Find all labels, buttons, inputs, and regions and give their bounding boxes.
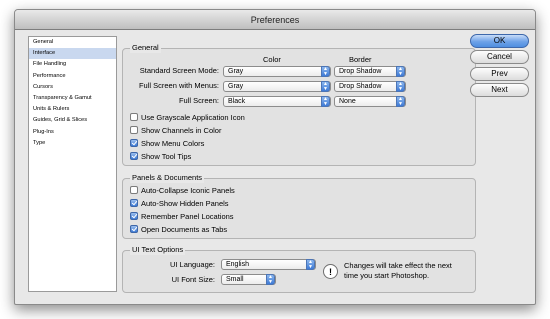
sidebar-item-type[interactable]: Type [29,138,116,149]
ok-button[interactable]: OK [470,34,529,48]
sidebar-item-guides-grid-slices[interactable]: Guides, Grid & Slices [29,115,116,126]
auto-collapse-panels-label: Auto-Collapse Iconic Panels [141,186,235,195]
up-down-arrows-icon: ▲ ▼ [266,274,275,285]
full-screen-border-select[interactable]: None ▲ ▼ [334,96,406,107]
ui-text-options-group: UI Text Options UI Language: English ▲ ▼ … [122,245,476,293]
standard-screen-mode-label: Standard Screen Mode: [139,66,219,75]
full-screen-border-value: None [339,98,356,105]
full-screen-menus-color-select[interactable]: Gray ▲ ▼ [223,81,331,92]
full-screen-menus-border-select[interactable]: Drop Shadow ▲ ▼ [334,81,406,92]
show-tool-tips-checkbox[interactable]: Show Tool Tips [130,152,191,162]
show-menu-colors-label: Show Menu Colors [141,139,205,148]
full-screen-menus-border-value: Drop Shadow [339,83,382,90]
standard-screen-color-select[interactable]: Gray ▲ ▼ [223,66,331,77]
general-group-title: General [130,43,161,53]
sidebar-item-performance[interactable]: Performance [29,71,116,82]
checkbox-icon[interactable] [130,113,138,121]
next-button[interactable]: Next [470,83,529,97]
ui-language-value: English [226,261,249,268]
ui-language-select[interactable]: English ▲ ▼ [221,259,316,270]
show-menu-colors-checkbox[interactable]: Show Menu Colors [130,139,204,149]
window-title: Preferences [15,10,535,30]
show-channels-color-label: Show Channels in Color [141,126,222,135]
standard-screen-border-value: Drop Shadow [339,68,382,75]
ui-font-size-label: UI Font Size: [171,275,215,284]
remember-panel-locations-label: Remember Panel Locations [141,212,234,221]
show-channels-color-checkbox[interactable]: Show Channels in Color [130,126,221,136]
sidebar-item-cursors[interactable]: Cursors [29,82,116,93]
up-down-arrows-icon: ▲ ▼ [306,259,315,270]
panels-documents-group: Panels & Documents Auto-Collapse Iconic … [122,173,476,239]
up-down-arrows-icon: ▲ ▼ [396,81,405,92]
open-documents-tabs-checkbox[interactable]: Open Documents as Tabs [130,225,227,235]
sidebar-item-units-rulers[interactable]: Units & Rulers [29,104,116,115]
ui-language-label: UI Language: [169,260,215,269]
exclamation-icon: ! [323,264,338,279]
sidebar-item-interface[interactable]: Interface [29,48,116,60]
full-screen-color-value: Black [228,98,246,105]
full-screen-color-select[interactable]: Black ▲ ▼ [223,96,331,107]
auto-show-hidden-panels-label: Auto-Show Hidden Panels [141,199,229,208]
standard-screen-border-select[interactable]: Drop Shadow ▲ ▼ [334,66,406,77]
use-grayscale-icon-checkbox[interactable]: Use Grayscale Application Icon [130,113,245,123]
sidebar-item-transparency-gamut[interactable]: Transparency & Gamut [29,93,116,104]
auto-collapse-panels-checkbox[interactable]: Auto-Collapse Iconic Panels [130,186,235,196]
open-documents-tabs-label: Open Documents as Tabs [141,225,228,234]
sidebar-item-plug-ins[interactable]: Plug-Ins [29,127,116,138]
panels-documents-title: Panels & Documents [130,173,205,183]
up-down-arrows-icon: ▲ ▼ [321,66,330,77]
sidebar-item-file-handling[interactable]: File Handling [29,59,116,70]
sidebar-item-general[interactable]: General [29,37,116,48]
cancel-button[interactable]: Cancel [470,50,529,64]
color-column-header: Color [263,55,281,64]
checkbox-checked-icon[interactable] [130,152,138,160]
ui-font-size-value: Small [226,276,244,283]
prev-button[interactable]: Prev [470,67,529,81]
checkbox-checked-icon[interactable] [130,225,138,233]
checkbox-checked-icon[interactable] [130,139,138,147]
preferences-category-list[interactable]: General Interface File Handling Performa… [28,36,117,292]
full-screen-menus-color-value: Gray [228,83,244,90]
checkbox-checked-icon[interactable] [130,199,138,207]
auto-show-hidden-panels-checkbox[interactable]: Auto-Show Hidden Panels [130,199,229,209]
standard-screen-color-value: Gray [228,68,244,75]
up-down-arrows-icon: ▲ ▼ [321,81,330,92]
checkbox-icon[interactable] [130,186,138,194]
remember-panel-locations-checkbox[interactable]: Remember Panel Locations [130,212,234,222]
up-down-arrows-icon: ▲ ▼ [396,96,405,107]
show-tool-tips-label: Show Tool Tips [141,152,192,161]
general-group: General Color Border Standard Screen Mod… [122,43,476,166]
checkbox-checked-icon[interactable] [130,212,138,220]
full-screen-label: Full Screen: [178,96,219,105]
restart-note-line1: Changes will take effect the next [344,261,452,270]
restart-note-line2: time you start Photoshop. [344,271,430,280]
ui-font-size-select[interactable]: Small ▲ ▼ [221,274,276,285]
up-down-arrows-icon: ▲ ▼ [396,66,405,77]
full-screen-menus-label: Full Screen with Menus: [138,81,219,90]
ui-text-options-title: UI Text Options [130,245,186,255]
border-column-header: Border [349,55,372,64]
restart-note: Changes will take effect the next time y… [344,261,452,281]
use-grayscale-icon-label: Use Grayscale Application Icon [141,113,245,122]
preferences-window: Preferences General Interface File Handl… [14,9,536,305]
checkbox-icon[interactable] [130,126,138,134]
up-down-arrows-icon: ▲ ▼ [321,96,330,107]
